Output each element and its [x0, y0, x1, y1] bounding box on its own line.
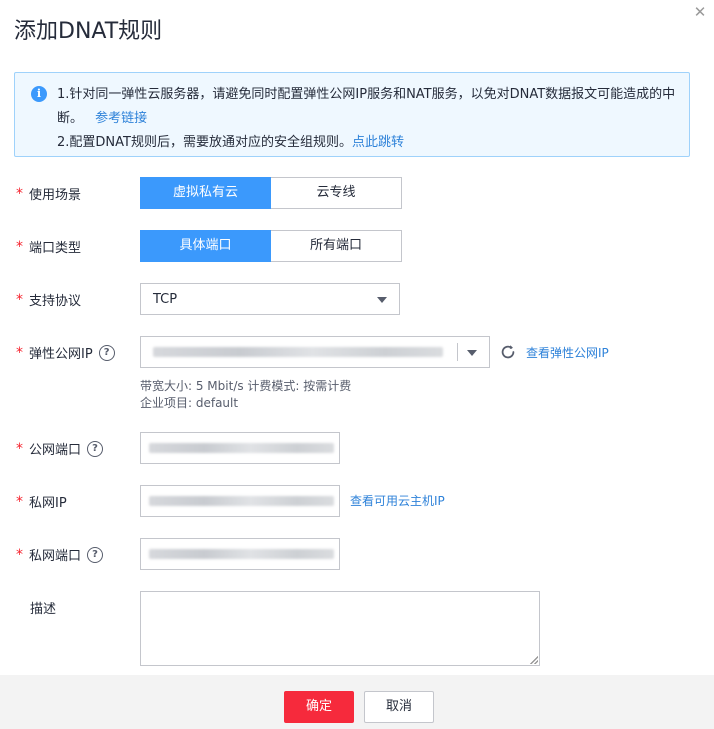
- scenario-option-direct-connect[interactable]: 云专线: [271, 177, 402, 209]
- private-port-row: * 私网端口 ?: [0, 538, 714, 570]
- protocol-row: * 支持协议 TCP: [0, 283, 714, 315]
- notice-text-2: 2.配置DNAT规则后，需要放通对应的安全组规则。: [57, 135, 352, 150]
- help-icon[interactable]: ?: [98, 344, 115, 361]
- dialog-footer: 确定 取消: [0, 675, 714, 729]
- chevron-down-icon: [467, 350, 477, 356]
- eip-row: * 弹性公网IP ? 查看弹性公网IP: [0, 336, 714, 368]
- public-port-input[interactable]: [140, 432, 340, 464]
- protocol-label: * 支持协议: [16, 290, 82, 310]
- eip-label-text: 弹性公网IP: [29, 347, 93, 362]
- private-ip-label-text: 私网IP: [29, 496, 67, 511]
- description-textarea[interactable]: [140, 591, 540, 666]
- refresh-icon[interactable]: [499, 343, 517, 361]
- jump-link[interactable]: 点此跳转: [352, 135, 404, 150]
- scenario-label-text: 使用场景: [29, 188, 82, 203]
- help-icon[interactable]: ?: [87, 546, 104, 563]
- protocol-label-text: 支持协议: [29, 294, 82, 309]
- private-ip-input[interactable]: [140, 485, 340, 517]
- protocol-select[interactable]: TCP: [140, 283, 400, 315]
- reference-link[interactable]: 参考链接: [95, 111, 147, 126]
- scenario-row: * 使用场景 虚拟私有云 云专线: [0, 177, 714, 209]
- private-port-value-redacted: [149, 549, 334, 559]
- notice-line-2: 2.配置DNAT规则后，需要放通对应的安全组规则。点此跳转: [57, 131, 677, 155]
- view-eip-link[interactable]: 查看弹性公网IP: [526, 344, 609, 361]
- port-type-label-text: 端口类型: [29, 241, 82, 256]
- private-port-label: * 私网端口 ?: [16, 545, 104, 564]
- port-type-option-all[interactable]: 所有端口: [271, 230, 402, 262]
- port-type-label: * 端口类型: [16, 237, 82, 257]
- add-dnat-rule-dialog: 添加DNAT规则 ✕ i 1.针对同一弹性云服务器，请避免同时配置弹性公网IP服…: [0, 0, 714, 729]
- private-ip-value-redacted: [149, 496, 334, 506]
- private-port-label-text: 私网端口: [29, 549, 82, 564]
- info-icon: i: [31, 86, 47, 102]
- dialog-title: 添加DNAT规则: [14, 19, 163, 44]
- close-icon[interactable]: ✕: [690, 2, 710, 22]
- public-port-value-redacted: [149, 443, 334, 453]
- required-mark: *: [16, 185, 23, 202]
- public-port-label-text: 公网端口: [29, 443, 82, 458]
- description-label: 描述: [30, 602, 57, 617]
- notice-line-1: 1.针对同一弹性云服务器，请避免同时配置弹性公网IP服务和NAT服务，以免对DN…: [57, 83, 677, 131]
- notice-text-1: 1.针对同一弹性云服务器，请避免同时配置弹性公网IP服务和NAT服务，以免对DN…: [57, 87, 676, 126]
- eip-select[interactable]: [140, 336, 490, 368]
- eip-hint-project: 企业项目: default: [140, 396, 239, 410]
- port-type-option-specific[interactable]: 具体端口: [140, 230, 271, 262]
- resize-handle-icon[interactable]: [530, 656, 538, 664]
- private-ip-row: * 私网IP 查看可用云主机IP: [0, 485, 714, 517]
- cancel-button[interactable]: 取消: [364, 691, 434, 723]
- eip-selected-value-redacted: [153, 347, 443, 357]
- notice-box: i 1.针对同一弹性云服务器，请避免同时配置弹性公网IP服务和NAT服务，以免对…: [14, 72, 690, 157]
- scenario-label: * 使用场景: [16, 184, 82, 204]
- chevron-down-icon: [377, 297, 387, 303]
- port-type-row: * 端口类型 具体端口 所有端口: [0, 230, 714, 262]
- required-mark: *: [16, 238, 23, 255]
- confirm-button[interactable]: 确定: [284, 691, 354, 723]
- public-port-row: * 公网端口 ?: [0, 432, 714, 464]
- help-icon[interactable]: ?: [87, 440, 104, 457]
- view-available-host-ip-link[interactable]: 查看可用云主机IP: [350, 492, 445, 509]
- private-ip-label: * 私网IP: [16, 492, 67, 512]
- required-mark: *: [16, 546, 23, 563]
- scenario-segmented: 虚拟私有云 云专线: [140, 177, 402, 209]
- port-type-segmented: 具体端口 所有端口: [140, 230, 402, 262]
- required-mark: *: [16, 440, 23, 457]
- required-mark: *: [16, 344, 23, 361]
- required-mark: *: [16, 291, 23, 308]
- protocol-selected-value: TCP: [153, 291, 178, 307]
- private-port-input[interactable]: [140, 538, 340, 570]
- public-port-label: * 公网端口 ?: [16, 439, 104, 458]
- scenario-option-vpc[interactable]: 虚拟私有云: [140, 177, 271, 209]
- required-mark: *: [16, 493, 23, 510]
- eip-label: * 弹性公网IP ?: [16, 343, 115, 362]
- eip-hint-bandwidth: 带宽大小: 5 Mbit/s 计费模式: 按需计费: [140, 379, 352, 393]
- select-divider: [457, 343, 458, 361]
